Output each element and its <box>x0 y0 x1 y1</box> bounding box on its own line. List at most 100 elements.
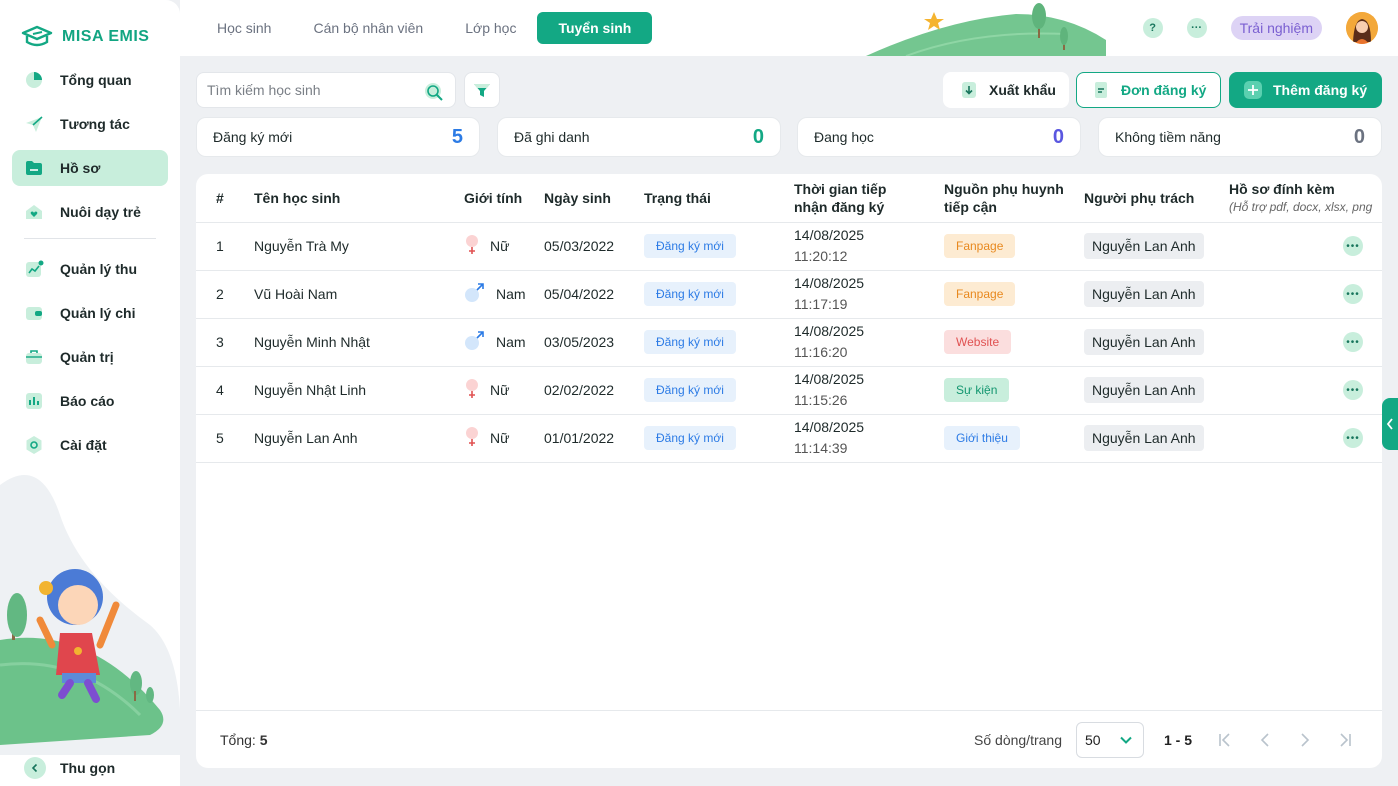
more-options-icon[interactable]: ••• <box>1343 428 1363 449</box>
owner-chip[interactable]: Nguyễn Lan Anh <box>1084 281 1204 307</box>
sidebar-item-label: Nuôi dạy trẻ <box>60 204 141 220</box>
sidebar-item-4[interactable]: Quản lý thu <box>12 251 168 287</box>
tab-1[interactable]: Cán bộ nhân viên <box>292 12 444 44</box>
sidebar-item-label: Hồ sơ <box>60 160 101 176</box>
pagination: Số dòng/trang 50 1 - 5 <box>974 721 1358 758</box>
col-source[interactable]: Nguồn phụ huynh tiếp cận <box>944 174 1084 223</box>
header-illustration <box>866 3 1106 56</box>
table-row[interactable]: 3 Nguyễn Minh Nhật Nam 03/05/2023 Đăng ký mớ… <box>196 318 1382 367</box>
table-row[interactable]: 5 Nguyễn Lan Anh Nữ 01/01/2022 Đăng ký mới 14… <box>196 414 1382 463</box>
more-options-icon[interactable]: ••• <box>1343 284 1363 305</box>
rows-per-page-select[interactable]: 50 <box>1075 721 1144 758</box>
col-index: # <box>196 174 254 223</box>
owner-chip[interactable]: Nguyễn Lan Anh <box>1084 329 1204 355</box>
sidebar-item-2[interactable]: Hồ sơ <box>12 150 168 186</box>
search-box <box>196 72 456 108</box>
owner-chip[interactable]: Nguyễn Lan Anh <box>1084 233 1204 259</box>
tab-3[interactable]: Tuyển sinh <box>537 12 653 44</box>
stat-card[interactable]: Đã ghi danh 0 <box>497 117 781 157</box>
filter-button[interactable] <box>464 72 500 108</box>
filter-icon <box>474 84 490 97</box>
sidebar-item-1[interactable]: Tương tác <box>12 106 168 142</box>
col-gender[interactable]: Giới tính <box>464 174 544 223</box>
collapse-label: Thu gọn <box>60 760 116 776</box>
more-options-icon[interactable]: ••• <box>1343 236 1363 257</box>
prev-page-icon[interactable] <box>1252 732 1278 748</box>
gender-label: Nữ <box>490 238 510 254</box>
dob: 03/05/2023 <box>544 318 644 367</box>
table-row[interactable]: 4 Nguyễn Nhật Linh Nữ 02/02/2022 Đăng ký mới… <box>196 366 1382 415</box>
next-page-icon[interactable] <box>1292 732 1318 748</box>
received-clock: 11:20:12 <box>794 248 848 264</box>
source-badge: Giới thiệu <box>944 426 1020 450</box>
avatar[interactable] <box>1346 12 1378 44</box>
stat-label: Đăng ký mới <box>213 129 293 145</box>
sidebar-item-7[interactable]: Báo cáo <box>12 383 168 419</box>
col-attach-sub: (Hỗ trợ pdf, docx, xlsx, png <box>1229 199 1373 214</box>
status-cell: Đăng ký mới <box>644 222 794 271</box>
gender-cell: Nam <box>464 318 544 367</box>
help-icon[interactable]: ? <box>1142 18 1163 38</box>
plus-icon <box>1244 81 1262 99</box>
student-name[interactable]: Vũ Hoài Nam <box>254 270 464 319</box>
table-row[interactable]: 1 Nguyễn Trà My Nữ 05/03/2022 Đăng ký mới 14/… <box>196 222 1382 271</box>
received-date: 14/08/2025 <box>794 227 865 243</box>
col-received-line1: Thời gian tiếp <box>794 180 887 197</box>
received-time: 14/08/2025 11:16:20 <box>794 318 944 367</box>
col-dob[interactable]: Ngày sinh <box>544 174 644 223</box>
student-name[interactable]: Nguyễn Lan Anh <box>254 414 464 463</box>
stat-card[interactable]: Không tiềm năng 0 <box>1098 117 1382 157</box>
col-status[interactable]: Trạng thái <box>644 174 794 223</box>
sidebar-item-6[interactable]: Quản trị <box>12 339 168 375</box>
sidebar-item-5[interactable]: Quản lý chi <box>12 295 168 331</box>
first-page-icon[interactable] <box>1212 732 1238 748</box>
mascot-illustration <box>0 475 180 755</box>
student-name[interactable]: Nguyễn Trà My <box>254 222 464 271</box>
rows-per-page-label: Số dòng/trang <box>974 731 1062 748</box>
stat-card[interactable]: Đang học 0 <box>797 117 1081 157</box>
dob: 05/03/2022 <box>544 222 644 271</box>
add-registration-button[interactable]: Thêm đăng ký <box>1229 72 1382 108</box>
student-name[interactable]: Nguyễn Nhật Linh <box>254 366 464 415</box>
registration-table: # Tên học sinh Giới tính Ngày sinh Trạng… <box>196 174 1382 463</box>
tab-0[interactable]: Học sinh <box>196 12 292 44</box>
side-panel-toggle[interactable] <box>1382 398 1398 450</box>
stat-card[interactable]: Đăng ký mới 5 <box>196 117 480 157</box>
received-time: 14/08/2025 11:17:19 <box>794 270 944 319</box>
received-clock: 11:16:20 <box>794 344 848 360</box>
owner-chip[interactable]: Nguyễn Lan Anh <box>1084 425 1204 451</box>
table-row[interactable]: 2 Vũ Hoài Nam Nam 05/04/2022 Đăng ký mới 14/0… <box>196 270 1382 319</box>
gender-label: Nam <box>496 334 526 350</box>
col-owner[interactable]: Người phụ trách <box>1084 174 1229 223</box>
female-icon <box>464 234 480 259</box>
tab-2[interactable]: Lớp học <box>444 12 537 44</box>
registration-form-button[interactable]: Đơn đăng ký <box>1076 72 1221 108</box>
search-icon[interactable] <box>423 81 445 106</box>
col-source-line1: Nguồn phụ huynh <box>944 180 1064 197</box>
total-label: Tổng: <box>220 731 256 748</box>
sidebar-divider <box>24 238 156 239</box>
last-page-icon[interactable] <box>1332 732 1358 748</box>
more-options-icon[interactable]: ••• <box>1343 380 1363 401</box>
more-options-icon[interactable]: ••• <box>1343 332 1363 353</box>
sidebar-item-label: Quản trị <box>60 349 114 365</box>
received-date: 14/08/2025 <box>794 419 865 435</box>
trial-badge[interactable]: Trải nghiệm <box>1230 16 1322 40</box>
stat-value: 0 <box>752 125 764 148</box>
col-attachments[interactable]: Hồ sơ đính kèm (Hỗ trợ pdf, docx, xlsx, … <box>1229 174 1382 223</box>
status-cell: Đăng ký mới <box>644 366 794 415</box>
sidebar-item-0[interactable]: Tổng quan <box>12 62 168 98</box>
col-received[interactable]: Thời gian tiếp nhận đăng ký <box>794 174 944 223</box>
search-input[interactable] <box>207 82 417 98</box>
collapse-sidebar-button[interactable]: Thu gọn <box>24 757 115 779</box>
sidebar-item-3[interactable]: Nuôi dạy trẻ <box>12 194 168 230</box>
table-footer: Tổng: 5 Số dòng/trang 50 1 - 5 <box>196 710 1382 768</box>
export-button[interactable]: Xuất khẩu <box>943 72 1069 108</box>
received-clock: 11:15:26 <box>794 392 848 408</box>
student-name[interactable]: Nguyễn Minh Nhật <box>254 318 464 367</box>
income-chart-icon <box>24 259 44 279</box>
brand-logo[interactable]: MISA EMIS <box>20 24 149 50</box>
more-options-icon[interactable]: ··· <box>1186 18 1207 38</box>
owner-chip[interactable]: Nguyễn Lan Anh <box>1084 377 1204 403</box>
col-name[interactable]: Tên học sinh <box>254 174 464 223</box>
